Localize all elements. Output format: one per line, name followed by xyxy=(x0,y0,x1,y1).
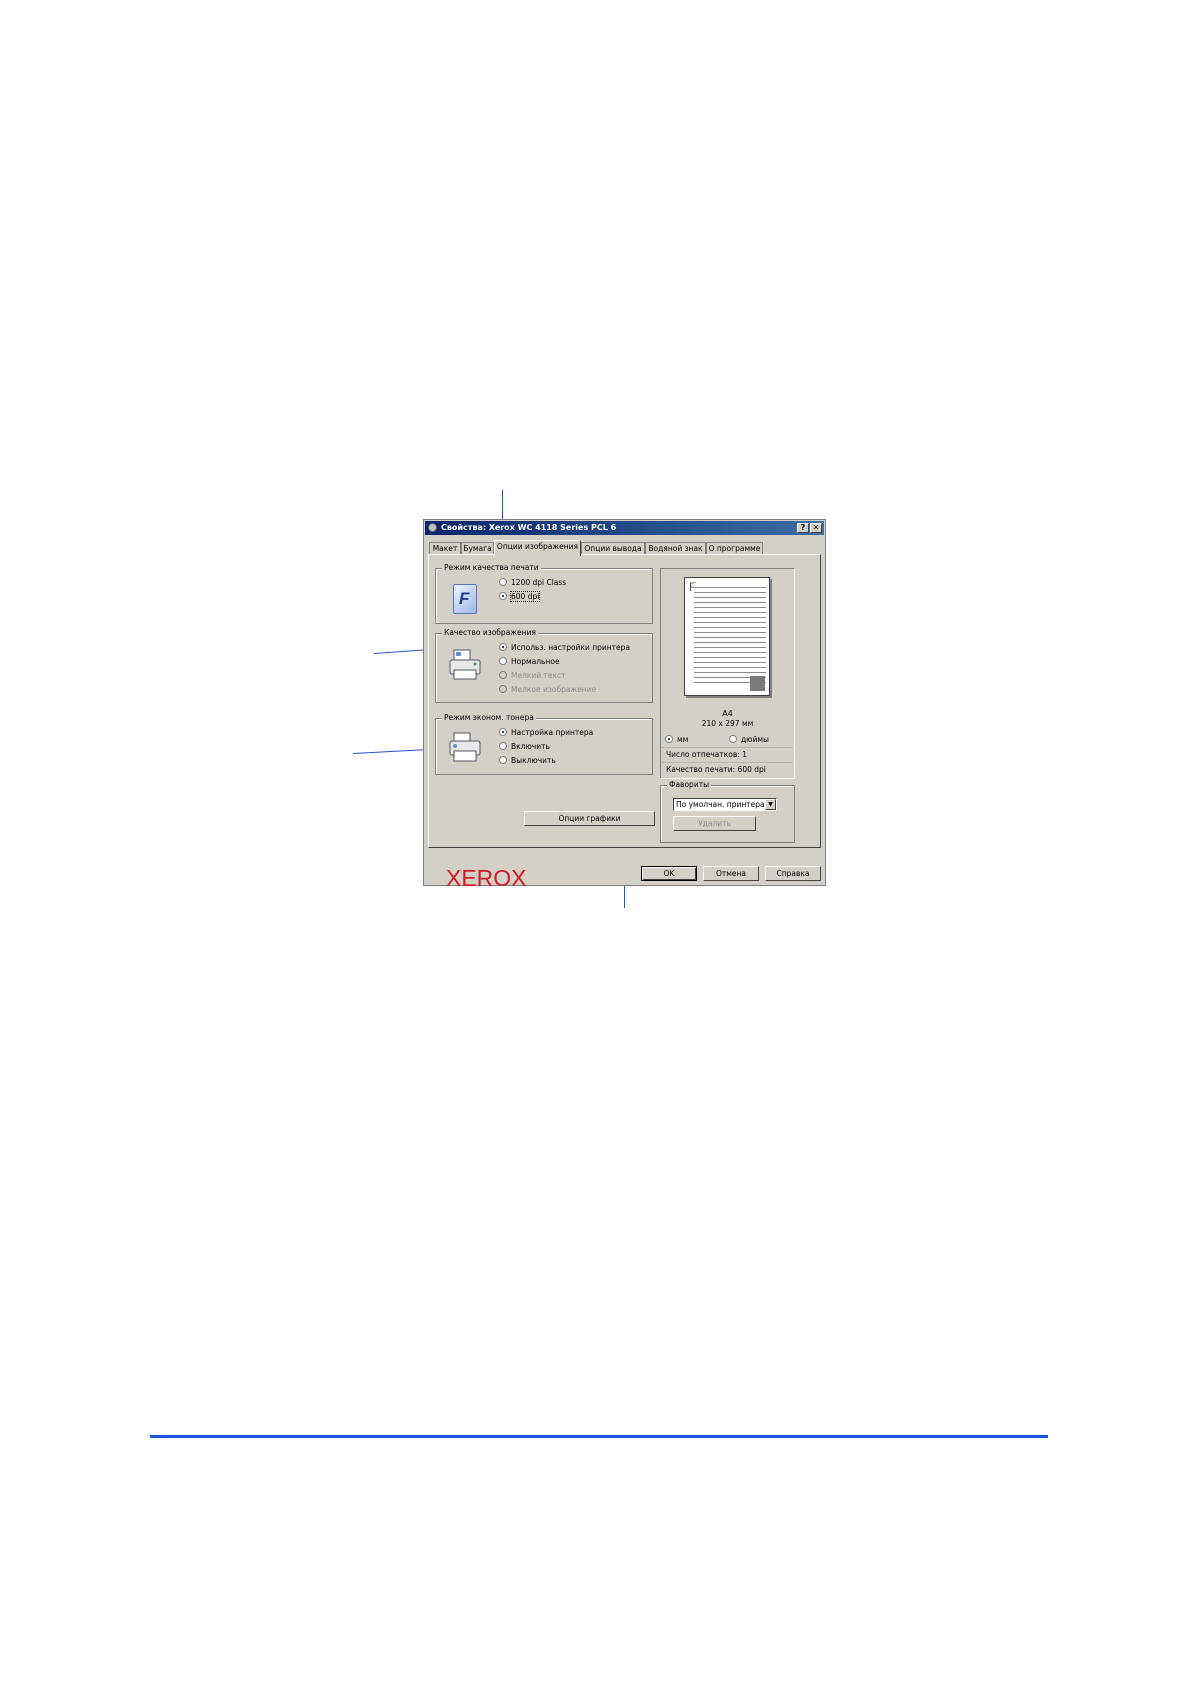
image-quality-group: Качество изображения Использ. настройки … xyxy=(435,628,653,703)
toner-save-option-printer[interactable]: Настройка принтера xyxy=(499,728,593,738)
image-quality-legend: Качество изображения xyxy=(442,628,538,637)
page-divider-rule xyxy=(150,1435,1048,1438)
radio-1200-dpi[interactable] xyxy=(499,578,507,586)
favorites-group: Фавориты По умолчан. принтера ▼ Удалить xyxy=(660,780,795,843)
image-quality-option-fine-image: Мелкое изображение xyxy=(499,685,596,695)
print-quality-legend: Режим качества печати xyxy=(442,563,541,572)
radio-toner-printer-setting[interactable] xyxy=(499,728,507,736)
paper-size-label: A4 xyxy=(722,709,733,718)
print-quality-info: Качество печати: 600 dpi xyxy=(662,762,793,776)
toner-printer-icon xyxy=(448,731,484,765)
print-quality-option-1200[interactable]: 1200 dpi Class xyxy=(499,578,566,588)
cancel-button[interactable]: Отмена xyxy=(703,866,759,881)
radio-units-inches[interactable] xyxy=(729,735,737,743)
radio-600-dpi[interactable] xyxy=(499,592,507,600)
radio-toner-off[interactable] xyxy=(499,756,507,764)
units-option-inches[interactable]: дюймы xyxy=(729,735,769,745)
favorites-legend: Фавориты xyxy=(667,780,711,789)
radio-toner-on[interactable] xyxy=(499,742,507,750)
image-quality-option-fine-text: Мелкий текст xyxy=(499,671,566,681)
paper-dimensions-label: 210 x 297 мм xyxy=(701,719,754,728)
print-quality-icon-letter: F xyxy=(459,589,470,608)
help-button[interactable]: Справка xyxy=(765,866,821,881)
close-title-button[interactable]: ✕ xyxy=(810,523,822,533)
chevron-down-icon[interactable]: ▼ xyxy=(765,799,776,810)
radio-fine-image xyxy=(499,685,507,693)
image-quality-option-printer[interactable]: Использ. настройки принтера xyxy=(499,643,630,653)
radio-units-mm[interactable] xyxy=(665,735,673,743)
xerox-logo: XEROX xyxy=(446,865,527,891)
title-bar: Свойства: Xerox WC 4118 Series PCL 6 ? ✕ xyxy=(425,521,824,535)
page-preview: F xyxy=(684,577,770,696)
radio-use-printer-settings[interactable] xyxy=(499,643,507,651)
tab-image-options[interactable]: Опции изображения xyxy=(494,540,581,556)
page-preview-lines xyxy=(694,583,766,687)
copies-info: Число отпечатков: 1 xyxy=(662,747,793,761)
radio-fine-text xyxy=(499,671,507,679)
printer-properties-dialog: Свойства: Xerox WC 4118 Series PCL 6 ? ✕… xyxy=(423,519,826,890)
toner-save-legend: Режим эконом. тонера xyxy=(442,713,536,722)
ok-button[interactable]: OK xyxy=(641,866,697,881)
radio-normal[interactable] xyxy=(499,657,507,665)
toner-save-group: Режим эконом. тонера Настройка принтера … xyxy=(435,713,653,775)
page-preview-image-block xyxy=(750,676,765,691)
print-quality-option-600[interactable]: 600 dpi xyxy=(499,591,541,602)
printer-properties-icon xyxy=(428,523,437,532)
image-quality-option-normal[interactable]: Нормальное xyxy=(499,657,560,667)
image-options-panel: Режим качества печати F 1200 dpi Class 6… xyxy=(428,554,821,890)
print-quality-group: Режим качества печати F 1200 dpi Class 6… xyxy=(435,563,653,624)
graphics-options-button[interactable]: Опции графики xyxy=(524,811,655,826)
toner-save-option-on[interactable]: Включить xyxy=(499,742,550,752)
toner-save-option-off[interactable]: Выключить xyxy=(499,756,556,766)
print-quality-icon: F xyxy=(453,584,477,614)
units-option-mm[interactable]: мм xyxy=(665,735,688,745)
favorites-select[interactable]: По умолчан. принтера ▼ xyxy=(673,798,777,811)
printer-icon xyxy=(448,648,484,682)
dialog-title: Свойства: Xerox WC 4118 Series PCL 6 xyxy=(441,523,617,532)
page-preview-box: F A4 210 x 297 мм мм дюймы Число отпечат… xyxy=(660,568,795,779)
delete-favorite-button: Удалить xyxy=(673,816,756,831)
help-title-button[interactable]: ? xyxy=(797,523,809,533)
